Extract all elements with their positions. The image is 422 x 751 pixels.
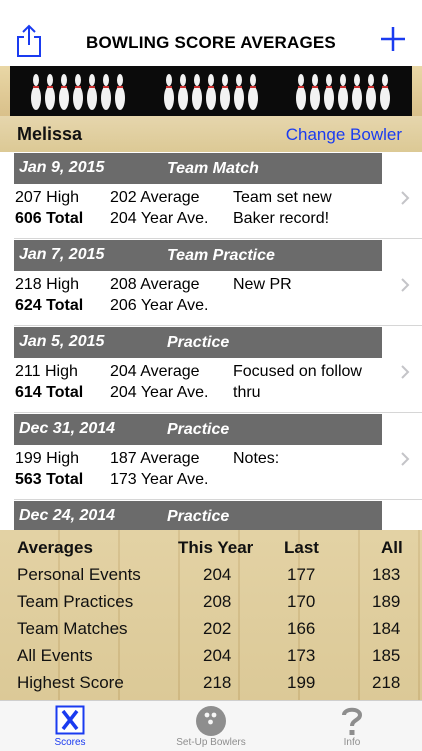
average-value: 177 bbox=[287, 565, 316, 584]
entry-date: Dec 24, 2014 bbox=[19, 507, 116, 524]
note-line: Baker record! bbox=[233, 210, 330, 227]
average-value: 166 bbox=[287, 619, 316, 638]
note-line: Team set new bbox=[233, 189, 332, 206]
last-year-header: Last bbox=[284, 538, 319, 557]
averages-header: Averages bbox=[17, 538, 93, 557]
navigation-bar: BOWLING SCORE AVERAGES bbox=[0, 0, 422, 66]
entry-date: Jan 9, 2015 bbox=[19, 159, 105, 176]
note-line: New PR bbox=[233, 276, 292, 293]
note-line: Notes: bbox=[233, 450, 280, 467]
bowler-name: Melissa bbox=[17, 124, 83, 144]
total-score: 624 Total bbox=[15, 297, 84, 314]
page-title: BOWLING SCORE AVERAGES bbox=[86, 33, 336, 52]
chevron-right-icon bbox=[401, 365, 410, 379]
average-value: 218 bbox=[203, 673, 232, 692]
average-value: 184 bbox=[372, 619, 401, 638]
entry-date: Dec 31, 2014 bbox=[19, 420, 116, 437]
pins-banner bbox=[0, 66, 422, 116]
entry-type: Practice bbox=[167, 334, 230, 351]
average-value: 185 bbox=[372, 646, 401, 665]
average-value: 202 bbox=[203, 619, 232, 638]
entry-date: Jan 7, 2015 bbox=[19, 246, 105, 263]
tab-info[interactable]: Info bbox=[282, 701, 422, 751]
this-year-header: This Year bbox=[178, 538, 254, 557]
average-row-label: Highest Score bbox=[17, 673, 124, 692]
average-row-label: Team Practices bbox=[17, 592, 134, 611]
average-value: 208 bbox=[203, 592, 232, 611]
total-score: 606 Total bbox=[15, 210, 84, 227]
score-entry[interactable]: Dec 24, 2014 Practice bbox=[0, 500, 422, 532]
entry-header: Dec 31, 2014 Practice bbox=[14, 414, 382, 445]
tab-set-up-bowlers[interactable]: Set-Up Bowlers bbox=[140, 701, 282, 751]
entry-type: Practice bbox=[167, 508, 230, 525]
average-score: 204 Average bbox=[110, 363, 200, 380]
score-entry[interactable]: Jan 9, 2015 Team Match 207 High 606 Tota… bbox=[0, 152, 422, 239]
tab-label: Info bbox=[343, 737, 361, 748]
average-value: 170 bbox=[287, 592, 316, 611]
tab-label: Scores bbox=[54, 737, 86, 748]
entry-header: Jan 5, 2015 Practice bbox=[14, 327, 382, 358]
average-value: 204 bbox=[203, 646, 232, 665]
add-icon[interactable] bbox=[378, 24, 408, 54]
average-score: 187 Average bbox=[110, 450, 200, 467]
high-score: 211 High bbox=[15, 363, 78, 380]
score-entry[interactable]: Jan 5, 2015 Practice 211 High 614 Total … bbox=[0, 326, 422, 413]
entry-date: Jan 5, 2015 bbox=[19, 333, 105, 350]
bowler-bar: Melissa Change Bowler bbox=[0, 116, 422, 152]
total-score: 563 Total bbox=[15, 471, 84, 488]
score-entry[interactable]: Jan 7, 2015 Team Practice 218 High 624 T… bbox=[0, 239, 422, 326]
year-average: 206 Year Ave. bbox=[110, 297, 209, 314]
score-entry[interactable]: Dec 31, 2014 Practice 199 High 563 Total… bbox=[0, 413, 422, 500]
change-bowler-button[interactable]: Change Bowler bbox=[286, 125, 402, 145]
high-score: 199 High bbox=[15, 450, 80, 467]
note-line: thru bbox=[233, 384, 261, 401]
note-line: Focused on follow bbox=[233, 363, 362, 380]
entry-type: Practice bbox=[167, 421, 230, 438]
year-average: 204 Year Ave. bbox=[110, 210, 209, 227]
chevron-right-icon bbox=[401, 191, 410, 205]
bowling-ball-icon bbox=[196, 706, 226, 736]
question-icon bbox=[342, 707, 363, 735]
tab-label: Set-Up Bowlers bbox=[176, 737, 246, 748]
average-value: 189 bbox=[372, 592, 401, 611]
averages-table: Averages This Year Last All Personal Eve… bbox=[0, 530, 422, 700]
tab-scores[interactable]: Scores bbox=[0, 701, 140, 751]
tab-bar: Scores Set-Up Bowlers Info bbox=[0, 700, 422, 751]
total-score: 614 Total bbox=[15, 384, 84, 401]
chevron-right-icon bbox=[401, 278, 410, 292]
entry-header: Jan 7, 2015 Team Practice bbox=[14, 240, 382, 271]
average-row-label: Personal Events bbox=[17, 565, 141, 584]
scores-list: Jan 9, 2015 Team Match 207 High 606 Tota… bbox=[0, 152, 422, 532]
average-value: 204 bbox=[203, 565, 232, 584]
average-value: 199 bbox=[287, 673, 316, 692]
average-value: 218 bbox=[372, 673, 401, 692]
high-score: 207 High bbox=[15, 189, 80, 206]
average-score: 202 Average bbox=[110, 189, 200, 206]
entry-header: Jan 9, 2015 Team Match bbox=[14, 153, 382, 184]
entry-type: Team Practice bbox=[167, 247, 275, 264]
average-value: 183 bbox=[372, 565, 401, 584]
bowling-pins-icon bbox=[296, 74, 390, 110]
average-value: 173 bbox=[287, 646, 316, 665]
average-score: 208 Average bbox=[110, 276, 200, 293]
entry-header: Dec 24, 2014 Practice bbox=[14, 501, 382, 532]
x-box-icon bbox=[55, 705, 85, 735]
chevron-right-icon bbox=[401, 452, 410, 466]
average-row-label: All Events bbox=[17, 646, 93, 665]
high-score: 218 High bbox=[15, 276, 80, 293]
bowling-pins-icon bbox=[164, 74, 258, 110]
all-header: All bbox=[381, 538, 403, 557]
average-row-label: Team Matches bbox=[17, 619, 128, 638]
year-average: 173 Year Ave. bbox=[110, 471, 209, 488]
bowling-pins-icon bbox=[31, 74, 125, 110]
entry-type: Team Match bbox=[167, 160, 259, 177]
year-average: 204 Year Ave. bbox=[110, 384, 209, 401]
